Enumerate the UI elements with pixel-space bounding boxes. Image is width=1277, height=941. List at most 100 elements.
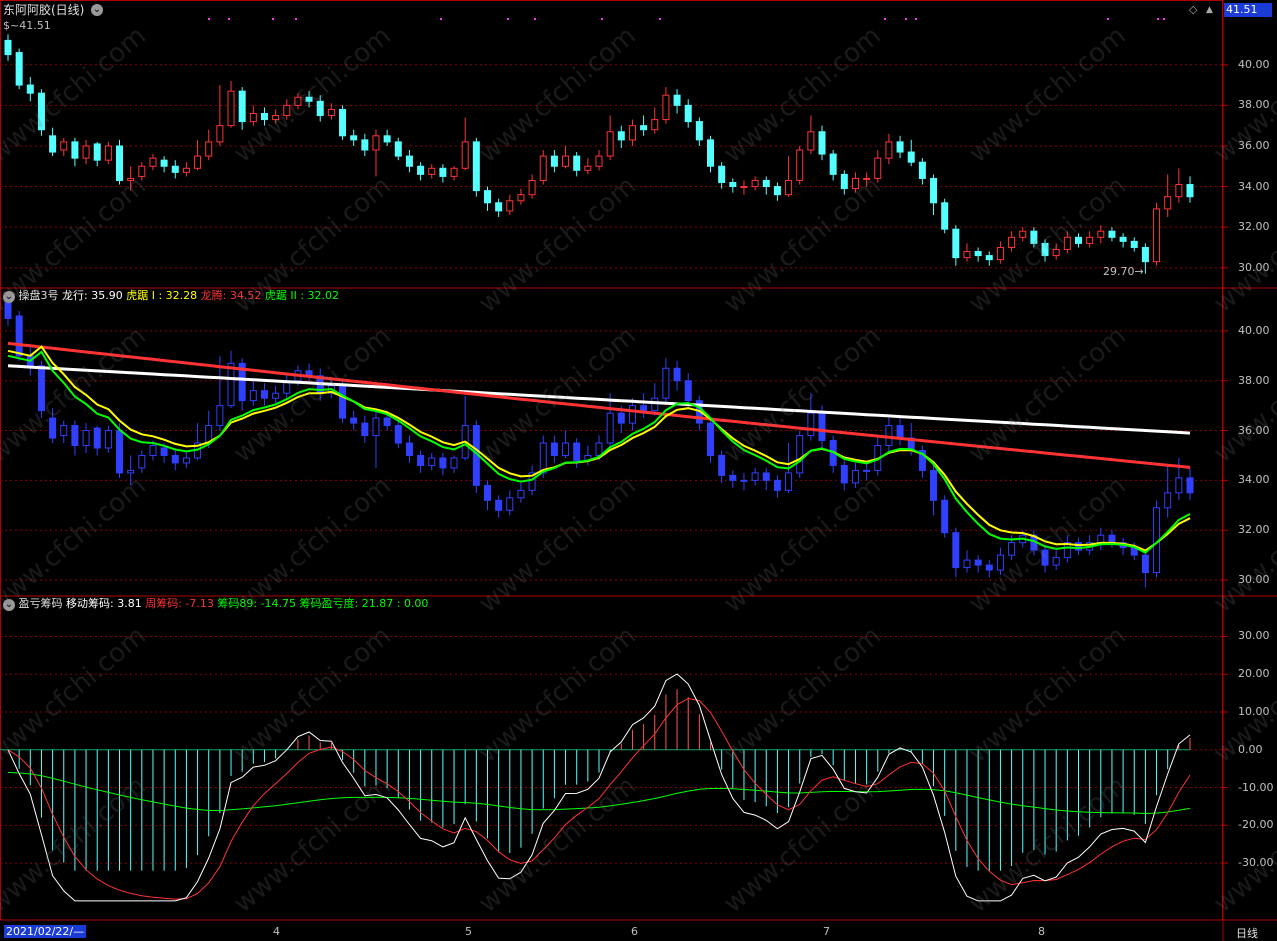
- candle-blue: [640, 405, 648, 412]
- candle-blue: [15, 315, 23, 357]
- candle: [428, 167, 436, 175]
- candle-blue: [651, 397, 659, 412]
- candle-blue: [896, 425, 904, 439]
- panel3-item-0: 移动筹码: 3.81: [66, 597, 142, 610]
- candle: [361, 139, 369, 151]
- chart-stage[interactable]: 东阿阿胶(日线) ⌄ $~41.51 ◇ ▲ 41.51 29.70→ ⌄ 操盘…: [0, 0, 1277, 941]
- chevron-down-icon[interactable]: ⌄: [91, 4, 103, 16]
- candle: [227, 90, 235, 127]
- stock-title: 东阿阿胶(日线): [3, 3, 85, 17]
- y-tick-label: 38.00: [1238, 373, 1270, 387]
- panel2-name: 操盘3号: [18, 289, 59, 302]
- candle-blue: [428, 457, 436, 466]
- candle: [1186, 184, 1194, 198]
- candle-blue: [985, 564, 993, 571]
- candle: [104, 145, 112, 161]
- candle: [762, 179, 770, 188]
- candle-blue: [1141, 554, 1149, 574]
- y-tick-label: -20.00: [1238, 818, 1274, 832]
- panel3-item-3: 筹码盈亏度: 21.87 : 0.00: [299, 597, 429, 610]
- candle-blue: [1052, 557, 1060, 566]
- x-label-date[interactable]: 2021/02/22/—: [4, 925, 87, 938]
- y-tick-label: 36.00: [1238, 423, 1270, 437]
- y-tick-label: 32.00: [1238, 220, 1270, 234]
- candle-blue: [673, 367, 681, 382]
- candle: [439, 167, 447, 177]
- candle: [729, 181, 737, 188]
- chevron-down-icon[interactable]: ⌄: [3, 599, 15, 611]
- candle: [60, 141, 68, 151]
- y-tick-label: 40.00: [1238, 57, 1270, 71]
- candle: [483, 190, 491, 204]
- candle-blue: [573, 442, 581, 461]
- candle-blue: [149, 445, 157, 456]
- candle: [996, 246, 1004, 261]
- candle: [472, 141, 480, 192]
- panel2-item-1: 虎踞 I : 32.28: [126, 289, 198, 302]
- period-label[interactable]: 日线: [1236, 925, 1258, 941]
- y-tick-label: 38.00: [1238, 98, 1270, 112]
- candle-blue: [1097, 534, 1105, 544]
- chart-canvas[interactable]: [0, 0, 1277, 941]
- candle-blue: [617, 412, 625, 424]
- panel3-item-2: 筹码89: -14.75: [217, 597, 297, 610]
- candle: [26, 84, 34, 94]
- panel3-item-1: 周筹码: -7.13: [145, 597, 214, 610]
- candle: [695, 121, 703, 141]
- candle: [918, 161, 926, 179]
- candle-blue: [1175, 477, 1183, 494]
- candle-blue: [495, 499, 503, 511]
- candle: [617, 131, 625, 141]
- candle: [339, 108, 347, 137]
- candle: [829, 153, 837, 175]
- candle: [160, 159, 168, 167]
- diamond-icon[interactable]: ◇: [1189, 3, 1197, 17]
- price-label: $~41.51: [3, 19, 51, 32]
- candle-blue: [517, 489, 525, 499]
- candle: [818, 131, 826, 155]
- signal-dot: [659, 18, 661, 20]
- panel2-item-0: 龙行: 35.90: [62, 289, 123, 302]
- candle: [138, 165, 146, 177]
- candle-blue: [996, 554, 1004, 571]
- candle: [316, 100, 324, 117]
- candle: [907, 151, 915, 163]
- scroll-up-icon[interactable]: ▲: [1206, 3, 1213, 17]
- candle-blue: [339, 385, 347, 419]
- candle-blue: [171, 454, 179, 464]
- candle-blue: [807, 412, 815, 437]
- candle-blue: [439, 457, 447, 469]
- candle: [606, 131, 614, 157]
- candle: [673, 94, 681, 106]
- candle-blue: [483, 484, 491, 501]
- candle: [294, 96, 302, 106]
- candle-blue: [740, 479, 748, 482]
- candle: [127, 177, 135, 181]
- signal-dot: [1163, 18, 1165, 20]
- min-marker-value: 29.70: [1103, 265, 1135, 278]
- x-label-month: 6: [631, 925, 638, 938]
- candle: [1164, 196, 1172, 210]
- candle: [985, 255, 993, 261]
- signal-dot: [601, 18, 603, 20]
- candle: [1086, 236, 1094, 244]
- candle: [450, 167, 458, 177]
- candle: [1119, 236, 1127, 242]
- candle-blue: [840, 464, 848, 484]
- candle: [37, 92, 45, 131]
- y-tick-label: 36.00: [1238, 138, 1270, 152]
- candle-blue: [707, 422, 715, 456]
- candle: [1063, 236, 1071, 250]
- candle-blue: [762, 472, 770, 481]
- candle: [1052, 248, 1060, 257]
- candle-blue: [863, 469, 871, 472]
- candle-blue: [851, 469, 859, 484]
- y-tick-label: 30.00: [1238, 573, 1270, 587]
- candle-blue: [405, 442, 413, 456]
- candle: [539, 155, 547, 181]
- y-tick-label: -30.00: [1238, 856, 1274, 870]
- chevron-down-icon[interactable]: ⌄: [3, 291, 15, 303]
- panel2-item-3: 虎踞 II : 32.02: [264, 289, 340, 302]
- candle: [383, 135, 391, 143]
- x-label-month: 4: [273, 925, 280, 938]
